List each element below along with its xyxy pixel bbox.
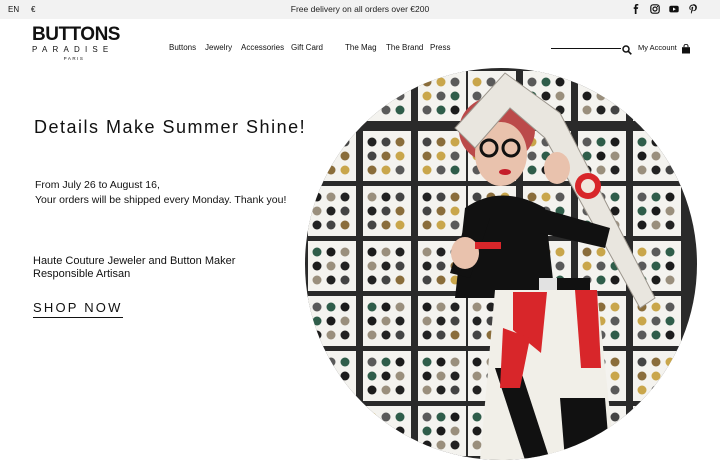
nav-item-the-mag[interactable]: The Mag	[345, 43, 377, 52]
facebook-icon[interactable]	[631, 4, 641, 14]
brand-logo[interactable]: BUTTONS PARADISE PARIS	[32, 24, 120, 61]
logo-subline: PARADISE	[32, 45, 114, 54]
nav-item-gift-card[interactable]: Gift Card	[291, 43, 323, 52]
nav-item-jewelry[interactable]: Jewelry	[205, 43, 232, 52]
brand-tagline: Haute Couture Jeweler and Button Maker R…	[33, 255, 235, 281]
tagline-line2: Responsible Artisan	[33, 268, 131, 280]
pinterest-icon[interactable]	[688, 4, 698, 14]
shopping-bag-icon[interactable]	[681, 41, 691, 54]
youtube-icon[interactable]	[669, 4, 679, 14]
search-input[interactable]	[551, 48, 621, 49]
nav-item-accessories[interactable]: Accessories	[241, 43, 284, 52]
logo-wordmark: BUTTONS	[32, 24, 120, 45]
hero-photo-illustration	[305, 68, 697, 460]
shipping-notice-line2: Your orders will be shipped every Monday…	[35, 194, 287, 206]
instagram-icon[interactable]	[650, 4, 660, 14]
hero-headline: Details Make Summer Shine!	[34, 117, 307, 137]
shipping-notice: From July 26 to August 16, Your orders w…	[35, 178, 286, 208]
nav-item-buttons[interactable]: Buttons	[169, 43, 196, 52]
search-icon[interactable]	[622, 42, 632, 55]
nav-item-the-brand[interactable]: The Brand	[386, 43, 423, 52]
logo-city: PARIS	[63, 56, 85, 61]
top-bar: EN € Free delivery on all orders over €2…	[0, 0, 720, 19]
my-account-link[interactable]: My Account	[638, 43, 677, 52]
shipping-notice-line1: From July 26 to August 16,	[35, 179, 160, 191]
nav-item-press[interactable]: Press	[430, 43, 450, 52]
social-links	[631, 4, 698, 14]
hero-image	[305, 68, 697, 460]
shop-now-button[interactable]: SHOP NOW	[33, 300, 123, 318]
tagline-line1: Haute Couture Jeweler and Button Maker	[33, 255, 236, 267]
promo-message: Free delivery on all orders over €200	[290, 4, 430, 14]
